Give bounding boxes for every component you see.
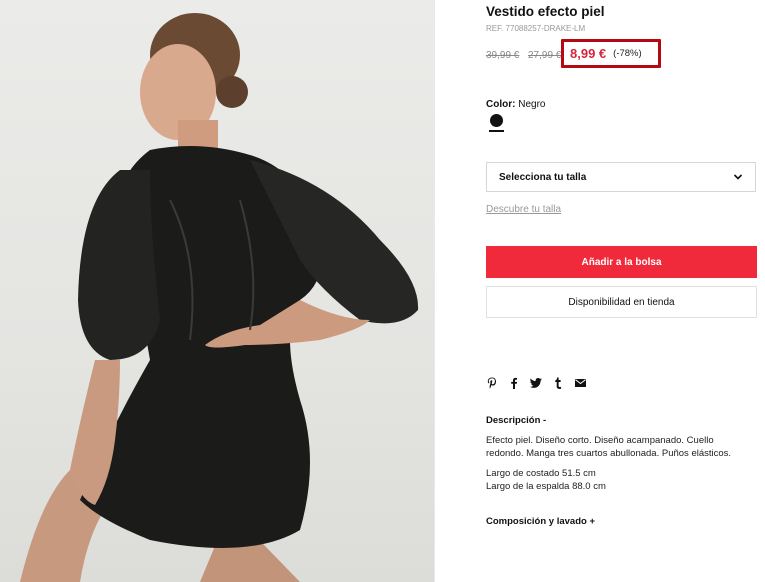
measure-side-length: Largo de costado 51.5 cm — [486, 468, 596, 479]
store-availability-button[interactable]: Disponibilidad en tienda — [486, 286, 757, 318]
product-image[interactable] — [0, 0, 434, 582]
chevron-down-icon — [733, 174, 743, 180]
size-select-label: Selecciona tu talla — [499, 171, 587, 183]
image-divider — [434, 0, 435, 582]
selected-swatch-indicator — [489, 130, 504, 132]
twitter-icon[interactable] — [530, 376, 542, 390]
composition-toggle[interactable]: Composición y lavado + — [486, 516, 595, 527]
model-illustration — [20, 13, 419, 582]
tumblr-icon[interactable] — [552, 376, 564, 390]
current-price: 8,99 € — [570, 46, 607, 61]
original-price: 39,99 € — [486, 50, 520, 61]
discount-badge: (-78%) — [613, 48, 642, 59]
share-icons — [486, 376, 596, 390]
pinterest-icon[interactable] — [486, 376, 498, 390]
add-to-bag-button[interactable]: Añadir a la bolsa — [486, 246, 757, 278]
color-label: Color: Negro — [486, 99, 545, 110]
email-icon[interactable] — [574, 376, 586, 390]
product-title: Vestido efecto piel — [486, 4, 605, 19]
size-guide-link[interactable]: Descubre tu talla — [486, 204, 561, 215]
product-ref: REF. 77088257-DRAKE-LM — [486, 24, 586, 33]
color-swatch-black[interactable] — [490, 114, 503, 127]
size-select[interactable]: Selecciona tu talla — [486, 162, 756, 192]
color-label-key: Color: — [486, 99, 516, 110]
description-toggle[interactable]: Descripción - — [486, 415, 546, 426]
current-price-highlight: 8,99 € (-78%) — [561, 39, 661, 68]
previous-sale-price: 27,99 € — [528, 50, 562, 61]
measure-back-length: Largo de la espalda 88.0 cm — [486, 481, 606, 492]
facebook-icon[interactable] — [508, 376, 520, 390]
description-text: Efecto piel. Diseño corto. Diseño acampa… — [486, 435, 732, 459]
color-value: Negro — [518, 99, 546, 110]
